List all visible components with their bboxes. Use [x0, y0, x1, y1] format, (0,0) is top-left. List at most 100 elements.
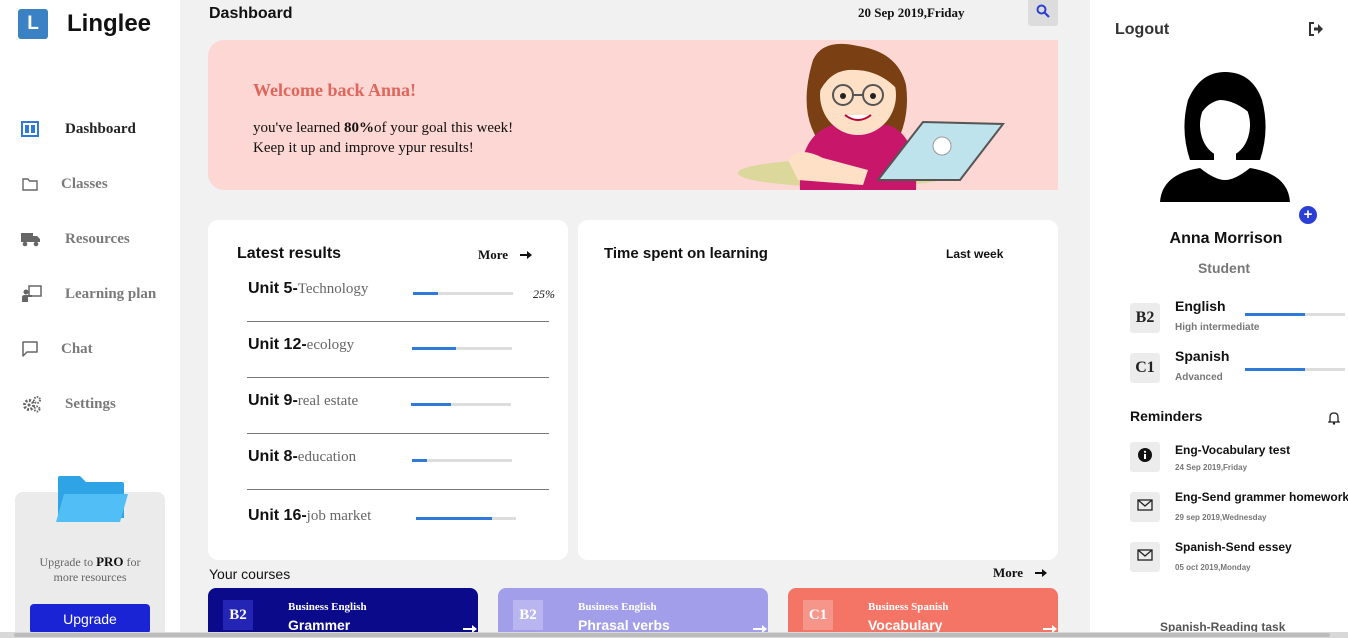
folder-icon	[20, 174, 40, 194]
course-level-badge: B2	[223, 600, 253, 630]
unit-topic: education	[297, 449, 357, 465]
unit-topic: Technology	[297, 281, 369, 297]
more-label: More	[478, 247, 509, 262]
upgrade-card: Upgrade to PRO for more resources Upgrad…	[15, 476, 165, 638]
profile-panel: Logout + Anna Morrison Student B2 Englis…	[1090, 0, 1348, 638]
sidebar-item-classes[interactable]: Classes	[0, 164, 180, 204]
search-button[interactable]	[1028, 0, 1058, 26]
sidebar-item-label: Chat	[61, 340, 93, 357]
course-name: Vocabulary	[868, 617, 943, 633]
unit-label: Unit 9-real estate	[248, 392, 359, 409]
latest-results-title: Latest results	[237, 245, 342, 262]
dashboard-icon	[20, 119, 40, 139]
period-selector[interactable]: Last week	[946, 247, 1003, 261]
reminder-title[interactable]: Eng-Send grammer homework	[1175, 490, 1348, 504]
latest-results-card: Latest results More Unit 5-Technology 25…	[208, 220, 568, 560]
bell-icon[interactable]	[1327, 411, 1341, 430]
reminder-date: 29 sep 2019,Wednesday	[1175, 513, 1267, 522]
time-spent-card: Time spent on learning Last week	[578, 220, 1058, 560]
course-card[interactable]: B2 Business English Grammer	[208, 588, 478, 638]
unit-progress-bar	[411, 403, 511, 406]
sidebar-item-label: Dashboard	[65, 120, 136, 137]
profile-avatar	[1160, 70, 1290, 207]
mail-icon	[1137, 548, 1153, 566]
unit-topic: real estate	[297, 393, 359, 409]
time-spent-title: Time spent on learning	[604, 245, 768, 262]
gears-icon	[22, 394, 42, 414]
profile-name: Anna Morrison	[1169, 230, 1283, 247]
unit-progress-bar	[413, 292, 513, 295]
language-progress-bar	[1245, 313, 1345, 316]
reminder-icon-box	[1130, 442, 1160, 472]
reminder-icon-box	[1130, 542, 1160, 572]
divider	[247, 321, 549, 322]
teacher-board-icon	[22, 284, 42, 304]
sidebar-item-learning-plan[interactable]: Learning plan	[0, 274, 180, 314]
sidebar-item-label: Learning plan	[65, 285, 157, 302]
logo-mark: L	[18, 9, 48, 39]
arrow-right-icon	[520, 250, 533, 260]
unit-label: Unit 12-ecology	[248, 336, 355, 353]
result-row[interactable]: Unit 16-job market	[208, 504, 568, 560]
sidebar-item-label: Classes	[61, 175, 108, 192]
course-level-badge: B2	[513, 600, 543, 630]
sidebar-item-label: Settings	[65, 395, 116, 412]
horizontal-scrollbar[interactable]	[0, 632, 1348, 638]
course-level-badge: C1	[803, 600, 833, 630]
sidebar-item-resources[interactable]: Resources	[0, 219, 180, 259]
unit-label: Unit 5-Technology	[248, 280, 369, 297]
language-level-badge: B2	[1130, 303, 1160, 333]
reminder-icon-box	[1130, 492, 1160, 522]
truck-icon	[21, 229, 41, 249]
reminder-title[interactable]: Eng-Vocabulary test	[1175, 443, 1290, 457]
reminder-title[interactable]: Spanish-Send essey	[1175, 540, 1292, 554]
unit-progress-percent: 25%	[533, 287, 555, 301]
courses-more-link[interactable]: More	[993, 565, 1048, 581]
logout-icon[interactable]	[1308, 22, 1324, 41]
page-title: Dashboard	[209, 5, 293, 22]
upgrade-button[interactable]: Upgrade	[30, 604, 150, 634]
add-photo-button[interactable]: +	[1299, 206, 1317, 224]
divider	[247, 433, 549, 434]
language-name: Spanish	[1175, 348, 1230, 364]
course-name: Phrasal verbs	[578, 617, 670, 633]
divider	[247, 489, 549, 490]
welcome-heading: Welcome back Anna!	[253, 80, 417, 100]
info-icon	[1138, 447, 1152, 467]
sidebar-item-label: Resources	[65, 230, 130, 247]
unit-progress-bar	[416, 517, 516, 520]
result-row[interactable]: Unit 9-real estate	[208, 390, 568, 446]
unit-label: Unit 8-education	[248, 448, 357, 465]
unit-label: Unit 16-job market	[248, 507, 372, 524]
course-card[interactable]: C1 Business Spanish Vocabulary	[788, 588, 1058, 638]
courses-title: Your courses	[209, 566, 291, 582]
scrollbar-thumb[interactable]	[14, 633, 1330, 637]
student-laptop-illustration	[728, 40, 1058, 190]
latest-results-more-link[interactable]: More	[478, 247, 533, 263]
open-folder-icon	[56, 474, 130, 529]
language-name: English	[1175, 298, 1226, 314]
course-name: Grammer	[288, 617, 351, 633]
profile-role: Student	[1197, 260, 1251, 276]
unit-topic: job market	[306, 508, 372, 524]
language-progress-bar	[1245, 368, 1345, 371]
sidebar-item-dashboard[interactable]: Dashboard	[0, 109, 180, 149]
mail-icon	[1137, 498, 1153, 516]
chat-icon	[20, 339, 40, 359]
weekly-progress-text: you've learned 80%of your goal this week…	[253, 120, 514, 136]
logout-link[interactable]: Logout	[1115, 21, 1169, 39]
course-card[interactable]: B2 Business English Phrasal verbs	[498, 588, 768, 638]
course-category: Business English	[578, 601, 657, 613]
result-row[interactable]: Unit 8-education	[208, 446, 568, 502]
welcome-banner: Welcome back Anna! you've learned 80%of …	[208, 40, 1058, 190]
sidebar-item-chat[interactable]: Chat	[0, 329, 180, 369]
result-row[interactable]: Unit 5-Technology 25%	[208, 278, 568, 334]
arrow-right-icon	[1035, 568, 1048, 578]
sidebar-item-settings[interactable]: Settings	[0, 384, 180, 424]
app-logo[interactable]: L Linglee	[18, 9, 151, 39]
unit-progress-bar	[412, 459, 512, 462]
more-label: More	[993, 565, 1024, 580]
current-date: 20 Sep 2019,Friday	[858, 5, 965, 20]
upgrade-text: Upgrade to PRO for more resources	[39, 554, 141, 584]
result-row[interactable]: Unit 12-ecology	[208, 334, 568, 390]
